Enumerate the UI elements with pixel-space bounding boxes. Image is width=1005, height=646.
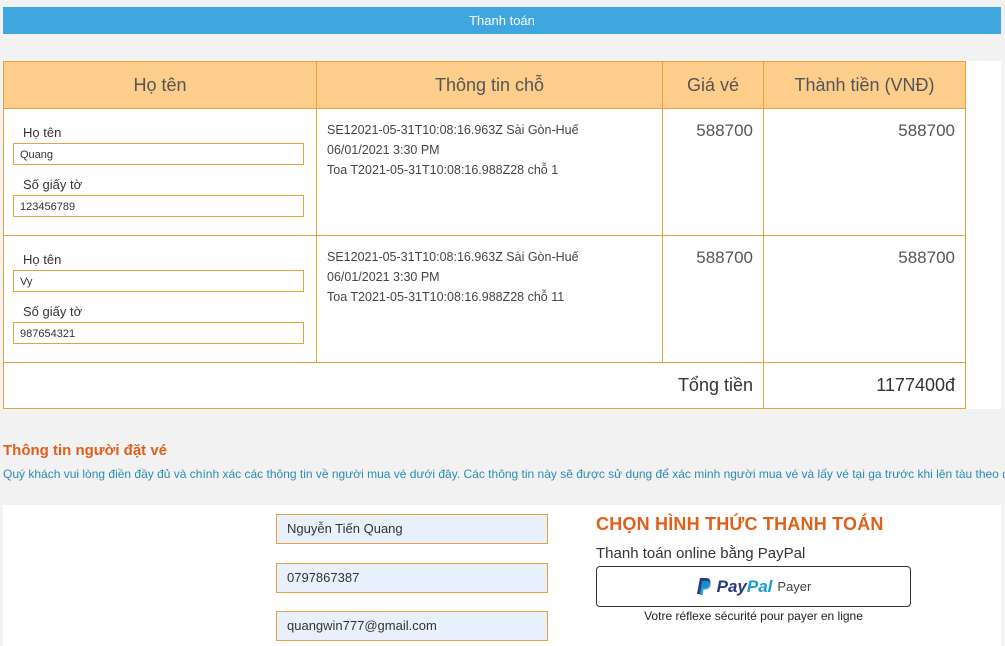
paypal-button[interactable]: PayPal Payer <box>596 566 911 607</box>
seat-info-cell: SE12021-05-31T10:08:16.963Z Sài Gòn-Huế … <box>316 235 663 363</box>
passenger-name-input[interactable]: Vy <box>13 270 304 292</box>
ticket-subtotal: 588700 <box>898 121 955 140</box>
ticket-price: 588700 <box>696 121 753 140</box>
paypal-option-label: Thanh toán online bằng PayPal <box>596 545 806 562</box>
departure-time: 06/01/2021 3:30 PM <box>327 143 440 157</box>
table-row: Họ tên Vy Số giấy tờ 987654321 SE12021-0… <box>3 235 966 363</box>
booker-phone-field[interactable]: 0797867387 <box>276 563 548 593</box>
paypal-tagline: Votre réflexe sécurité pour payer en lig… <box>644 609 863 623</box>
paypal-logo-pay: Pay <box>716 576 747 596</box>
tickets-table: Họ tên Thông tin chỗ Giá vé Thành tiền (… <box>3 61 966 409</box>
paypal-logo: PayPal <box>717 577 773 597</box>
passenger-id-input[interactable]: 123456789 <box>13 195 304 217</box>
booker-section-description: Quý khách vui lòng điền đầy đủ và chính … <box>3 467 1005 481</box>
payment-method-title: CHỌN HÌNH THỨC THANH TOÁN <box>596 514 884 534</box>
table-row: Họ tên Quang Số giấy tờ 123456789 SE1202… <box>3 108 966 236</box>
passenger-cell: Họ tên Vy Số giấy tờ 987654321 <box>3 235 317 363</box>
train-route: SE12021-05-31T10:08:16.963Z Sài Gòn-Huế <box>327 250 579 264</box>
price-cell: 588700 <box>662 235 764 363</box>
passenger-cell: Họ tên Quang Số giấy tờ 123456789 <box>3 108 317 236</box>
passenger-id-label: Số giấy tờ <box>23 177 83 192</box>
subtotal-cell: 588700 <box>763 108 966 236</box>
passenger-id-label: Số giấy tờ <box>23 304 83 319</box>
total-value: 1177400đ <box>763 362 966 409</box>
tickets-table-panel: Họ tên Thông tin chỗ Giá vé Thành tiền (… <box>3 61 1001 409</box>
passenger-name-label: Họ tên <box>23 125 62 140</box>
ticket-subtotal: 588700 <box>898 248 955 267</box>
passenger-name-label: Họ tên <box>23 252 62 267</box>
ticket-price: 588700 <box>696 248 753 267</box>
column-header-price: Giá vé <box>662 61 764 109</box>
paypal-payer-text: Payer <box>777 579 812 594</box>
table-header-row: Họ tên Thông tin chỗ Giá vé Thành tiền (… <box>3 61 966 109</box>
price-cell: 588700 <box>662 108 764 236</box>
passenger-name-input[interactable]: Quang <box>13 143 304 165</box>
page-title-bar: Thanh toán <box>3 7 1001 34</box>
booker-email-field[interactable]: quangwin777@gmail.com <box>276 611 548 641</box>
passenger-id-input[interactable]: 987654321 <box>13 322 304 344</box>
paypal-p-icon <box>696 578 711 595</box>
car-seat: Toa T2021-05-31T10:08:16.988Z28 chỗ 1 <box>327 163 559 177</box>
total-label: Tổng tiền <box>3 362 764 409</box>
seat-info-cell: SE12021-05-31T10:08:16.963Z Sài Gòn-Huế … <box>316 108 663 236</box>
column-header-subtotal: Thành tiền (VNĐ) <box>763 61 966 109</box>
total-row: Tổng tiền 1177400đ <box>3 362 966 409</box>
train-route: SE12021-05-31T10:08:16.963Z Sài Gòn-Huế <box>327 123 579 137</box>
booker-name-field[interactable]: Nguyễn Tiến Quang <box>276 514 548 544</box>
column-header-name: Họ tên <box>3 61 317 109</box>
subtotal-cell: 588700 <box>763 235 966 363</box>
page-title: Thanh toán <box>469 13 535 28</box>
booker-section-title: Thông tin người đặt vé <box>3 442 168 459</box>
paypal-logo-pal: Pal <box>746 576 773 596</box>
departure-time: 06/01/2021 3:30 PM <box>327 270 440 284</box>
column-header-seat-info: Thông tin chỗ <box>316 61 663 109</box>
car-seat: Toa T2021-05-31T10:08:16.988Z28 chỗ 11 <box>327 290 565 304</box>
